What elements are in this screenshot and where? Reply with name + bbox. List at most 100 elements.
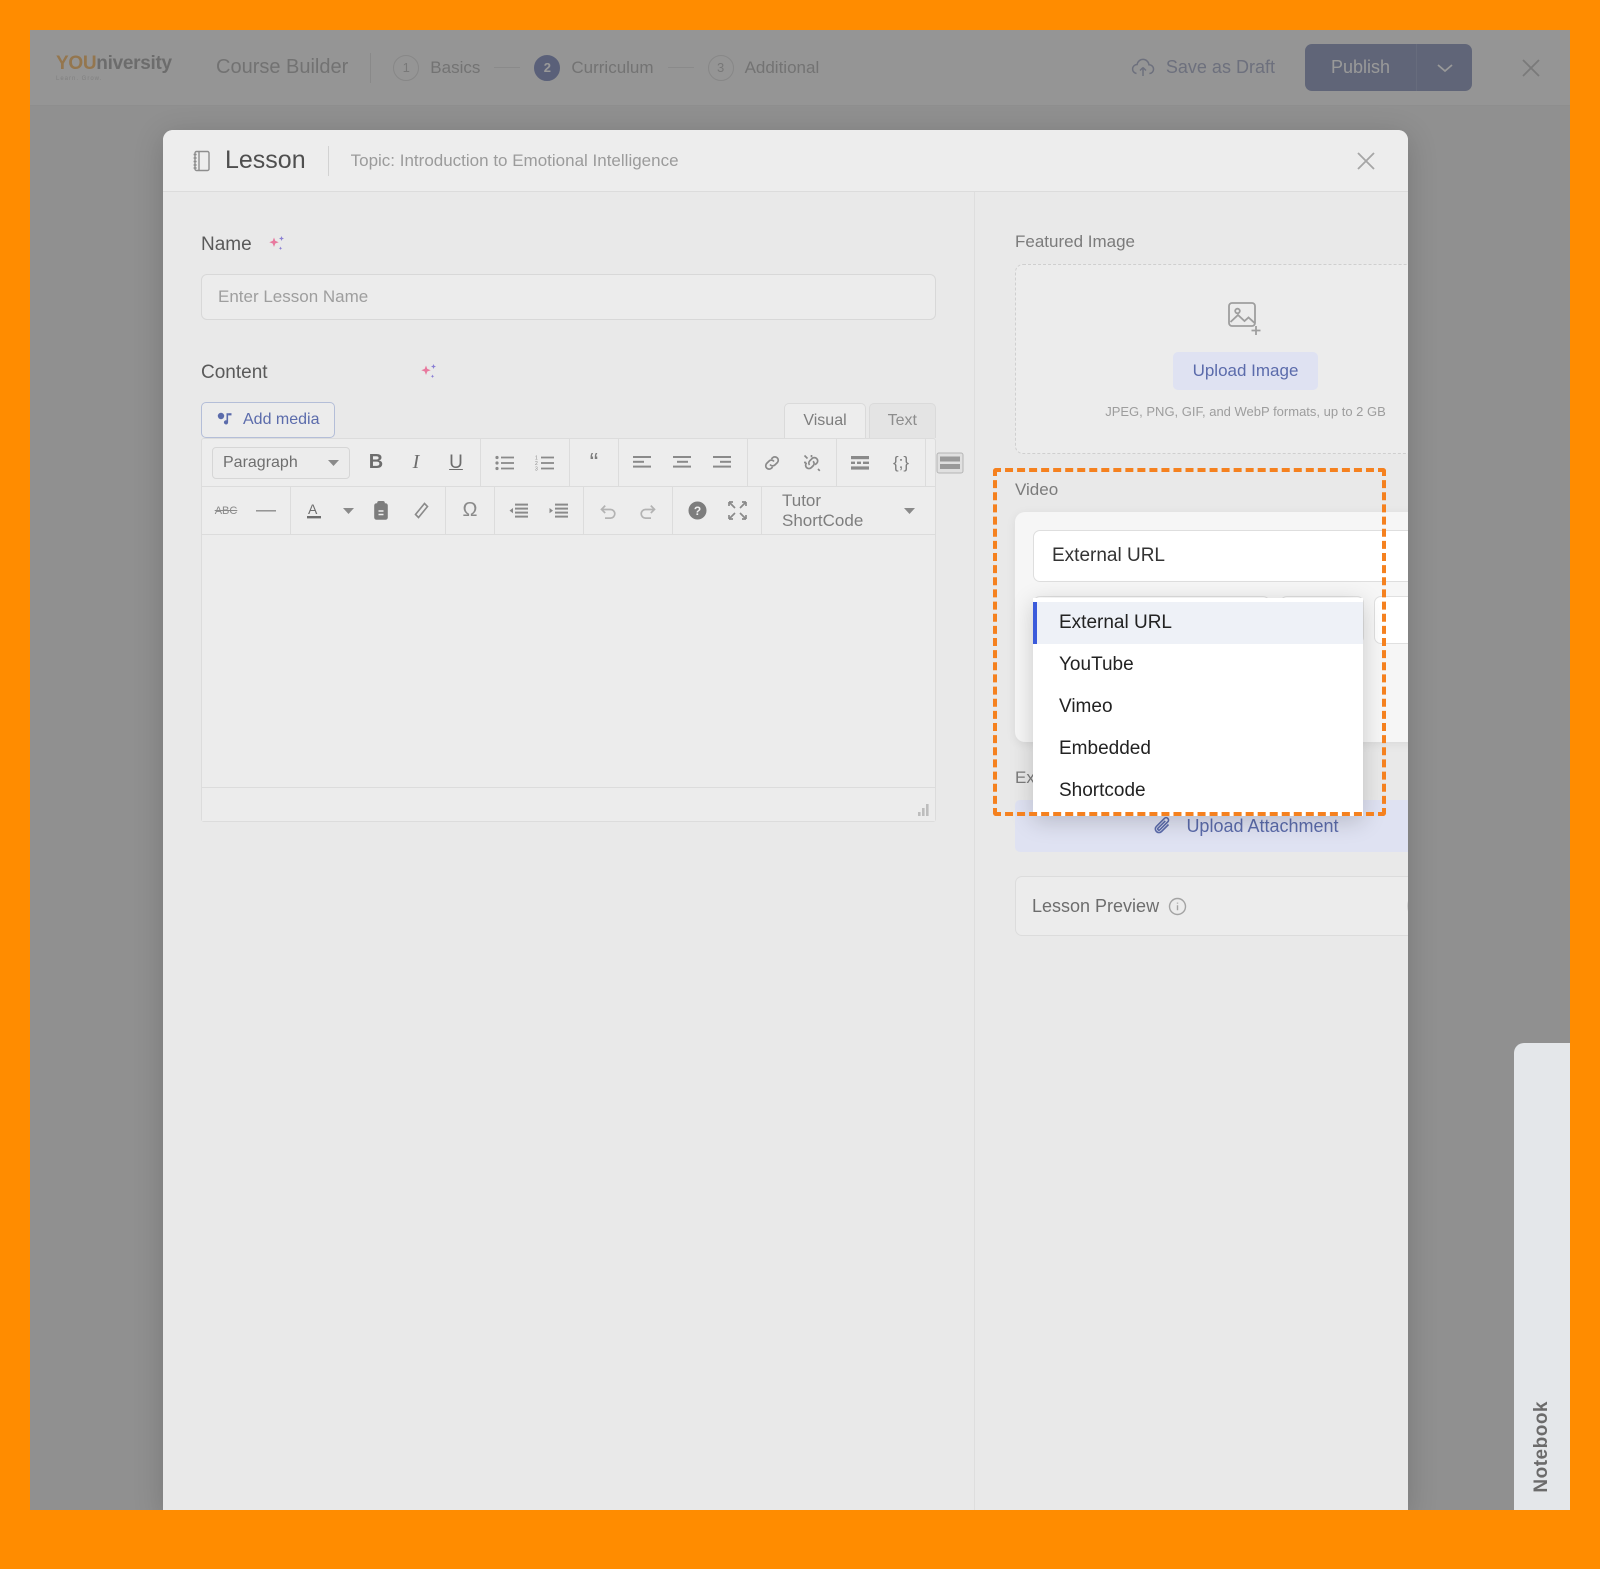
- toolbar-group-shortcode: Tutor ShortCode: [762, 487, 935, 534]
- redo-icon[interactable]: [628, 488, 668, 534]
- lesson-modal-close-button[interactable]: [1352, 147, 1380, 175]
- image-add-icon: [1226, 300, 1266, 338]
- strikethrough-icon[interactable]: ABC: [206, 488, 246, 534]
- content-field-header: Content: [201, 362, 936, 384]
- italic-icon[interactable]: I: [396, 440, 436, 486]
- special-character-icon[interactable]: Ω: [450, 488, 490, 534]
- keyboard-shortcuts-icon[interactable]: ?: [677, 488, 717, 534]
- video-source-select[interactable]: External URL: [1033, 530, 1408, 582]
- insert-link-icon[interactable]: [752, 440, 792, 486]
- video-duration-seconds-field[interactable]: [1374, 596, 1408, 644]
- svg-text:?: ?: [693, 504, 700, 518]
- video-source-option-embedded[interactable]: Embedded: [1033, 728, 1363, 770]
- caret-down-icon: [328, 459, 339, 467]
- paperclip-icon: [1152, 815, 1174, 837]
- toolbar-group-link: [748, 439, 837, 486]
- paste-as-text-icon[interactable]: [361, 488, 401, 534]
- svg-text:3: 3: [535, 466, 538, 471]
- video-source-value: External URL: [1052, 545, 1165, 566]
- toolbar-group-color: A: [291, 487, 446, 534]
- lesson-modal-body: Name Content: [163, 192, 1408, 1510]
- add-media-label: Add media: [243, 411, 320, 428]
- underline-icon[interactable]: U: [436, 440, 476, 486]
- horizontal-rule-icon[interactable]: —: [246, 488, 286, 534]
- media-icon: [216, 411, 234, 429]
- editor-mode-tabs: Visual Text: [784, 403, 936, 438]
- divider: [327, 145, 329, 176]
- svg-text:A: A: [308, 501, 318, 517]
- name-label: Name: [201, 234, 252, 255]
- editor-toolbar-row-2: ABC — A Ω ? Tutor ShortCode: [202, 487, 935, 535]
- featured-image-dropzone[interactable]: Upload Image JPEG, PNG, GIF, and WebP fo…: [1015, 264, 1408, 454]
- editor-status-bar: [202, 787, 935, 821]
- video-source-dropdown-list: External URL YouTube Vimeo Embedded Shor…: [1033, 598, 1363, 816]
- tab-visual[interactable]: Visual: [784, 403, 866, 438]
- featured-image-label: Featured Image: [1015, 232, 1136, 251]
- toolbar-group-strike: ABC —: [202, 487, 291, 534]
- blockquote-icon[interactable]: “: [574, 440, 614, 486]
- resize-handle-icon[interactable]: [916, 803, 930, 817]
- read-more-icon[interactable]: [841, 440, 881, 486]
- align-left-icon[interactable]: [623, 440, 663, 486]
- caret-down-icon: [904, 507, 915, 515]
- editor-top-row: Add media Visual Text: [201, 402, 936, 438]
- paragraph-format-select[interactable]: Paragraph: [212, 446, 350, 479]
- toolbar-group-toggle: [926, 439, 974, 486]
- lesson-preview-toggle[interactable]: [1407, 892, 1408, 920]
- toolbar-group-format: Paragraph B I U: [202, 439, 481, 486]
- video-source-option-shortcode[interactable]: Shortcode: [1033, 770, 1363, 812]
- screen-root: YOUniversity Learn. Grow. Course Builder…: [0, 0, 1600, 1569]
- fullscreen-icon[interactable]: [717, 488, 757, 534]
- text-color-dropdown-icon[interactable]: [335, 488, 361, 534]
- video-source-option-external-url[interactable]: External URL: [1033, 602, 1363, 644]
- video-source-option-vimeo[interactable]: Vimeo: [1033, 686, 1363, 728]
- tutor-shortcode-label: Tutor ShortCode: [782, 490, 864, 530]
- lesson-modal-title: Lesson: [225, 146, 306, 174]
- lesson-form-right: Featured Image Upload Image JPEG, PNG, G…: [975, 192, 1408, 1510]
- rich-text-editor: Paragraph B I U 1 2 3 “ {;} ABC — A Ω ? …: [201, 438, 964, 822]
- video-source-option-youtube[interactable]: YouTube: [1033, 644, 1363, 686]
- info-icon[interactable]: [1168, 897, 1187, 916]
- toolbar-group-insert: {;}: [837, 439, 926, 486]
- editor-content-area[interactable]: [202, 535, 935, 787]
- bulleted-list-icon[interactable]: [485, 440, 525, 486]
- notebook-tab-label: Notebook: [1531, 1401, 1552, 1493]
- upload-attachment-label: Upload Attachment: [1186, 815, 1339, 836]
- lesson-modal-header: Lesson Topic: Introduction to Emotional …: [163, 130, 1408, 192]
- lesson-name-input[interactable]: [201, 274, 936, 320]
- featured-image-section: Featured Image Upload Image JPEG, PNG, G…: [1015, 232, 1408, 454]
- upload-image-button[interactable]: Upload Image: [1172, 351, 1319, 390]
- toolbar-group-help: ?: [673, 487, 762, 534]
- code-icon[interactable]: {;}: [881, 440, 921, 486]
- lesson-modal-topic: Topic: Introduction to Emotional Intelli…: [350, 150, 679, 170]
- numbered-list-icon[interactable]: 123: [525, 440, 565, 486]
- increase-indent-icon[interactable]: [539, 488, 579, 534]
- add-media-button[interactable]: Add media: [201, 402, 335, 438]
- content-section: Content Add media Visual Text Paragraph …: [201, 362, 964, 822]
- notebook-tab[interactable]: Notebook: [1514, 1043, 1570, 1510]
- remove-link-icon[interactable]: [792, 440, 832, 486]
- decrease-indent-icon[interactable]: [499, 488, 539, 534]
- text-color-icon[interactable]: A: [295, 488, 335, 534]
- tab-text[interactable]: Text: [868, 403, 936, 438]
- toolbar-group-align: [619, 439, 748, 486]
- clear-formatting-icon[interactable]: [401, 488, 441, 534]
- lesson-form-left: Name Content: [163, 192, 975, 1510]
- toolbar-group-lists: 123: [481, 439, 570, 486]
- tutor-shortcode-button[interactable]: Tutor ShortCode: [766, 491, 931, 531]
- featured-image-hint: JPEG, PNG, GIF, and WebP formats, up to …: [1105, 403, 1386, 419]
- bold-icon[interactable]: B: [356, 440, 396, 486]
- toolbar-group-history: [584, 487, 673, 534]
- lesson-modal: Lesson Topic: Introduction to Emotional …: [163, 130, 1408, 1510]
- undo-icon[interactable]: [588, 488, 628, 534]
- align-center-icon[interactable]: [663, 440, 703, 486]
- align-right-icon[interactable]: [703, 440, 743, 486]
- video-label: Video: [1015, 480, 1059, 499]
- ai-sparkle-icon[interactable]: [266, 234, 288, 256]
- editor-toolbar-row-1: Paragraph B I U 1 2 3 “ {;}: [202, 439, 964, 487]
- ai-sparkle-icon[interactable]: [418, 362, 440, 384]
- name-field-header: Name: [201, 234, 936, 256]
- toggle-toolbar-icon[interactable]: [930, 440, 970, 486]
- toolbar-group-quote: “: [570, 439, 619, 486]
- video-section: Video External URL External URL YouTube …: [993, 468, 1408, 816]
